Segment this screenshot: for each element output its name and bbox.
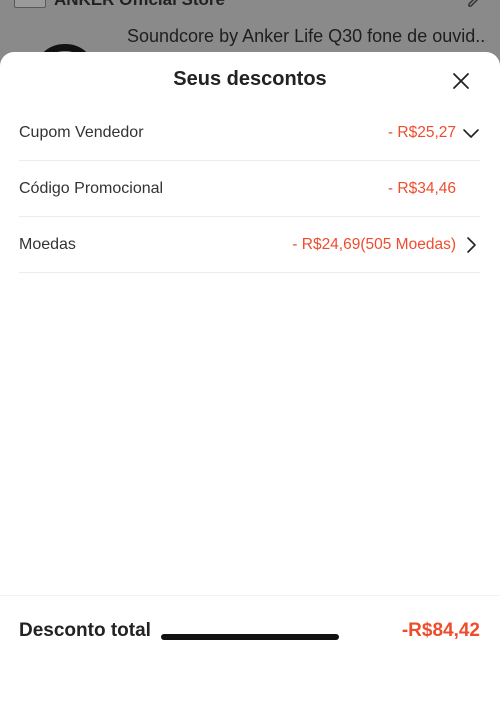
edit-icon — [468, 0, 479, 7]
chevron-right-icon[interactable] — [462, 236, 480, 254]
discount-label: Cupom Vendedor — [19, 123, 144, 141]
discount-label: Código Promocional — [19, 179, 164, 197]
discount-value: - R$24,69(505 Moedas) — [292, 235, 456, 253]
close-icon[interactable] — [450, 70, 472, 92]
discount-label: Moedas — [19, 235, 76, 253]
product-title: Soundcore by Anker Life Q30 fone de ouvi… — [127, 26, 487, 46]
sheet-title: Seus descontos — [173, 68, 327, 90]
discount-row-cupom-vendedor[interactable]: Cupom Vendedor - R$25,27 — [19, 105, 480, 161]
discount-list: Cupom Vendedor - R$25,27 Código Promocio… — [19, 105, 480, 273]
chevron-down-icon[interactable] — [462, 124, 480, 142]
store-header: ANKER Official Store — [14, 0, 225, 12]
discount-value: - R$34,46 — [387, 179, 456, 197]
total-label: Desconto total — [19, 620, 151, 641]
store-badge-icon — [14, 0, 46, 8]
discount-value: - R$25,27 — [387, 123, 456, 141]
total-value: -R$84,42 — [401, 620, 480, 641]
discounts-sheet: Seus descontos Cupom Vendedor - R$25,27 … — [0, 52, 500, 702]
discount-row-codigo-promocional[interactable]: Código Promocional - R$34,46 — [19, 161, 480, 217]
icon-spacer — [462, 180, 480, 198]
store-name: ANKER Official Store — [54, 0, 225, 10]
home-indicator[interactable] — [161, 634, 339, 640]
discount-row-moedas[interactable]: Moedas - R$24,69(505 Moedas) — [19, 217, 480, 273]
total-footer: Desconto total -R$84,42 — [0, 595, 500, 702]
